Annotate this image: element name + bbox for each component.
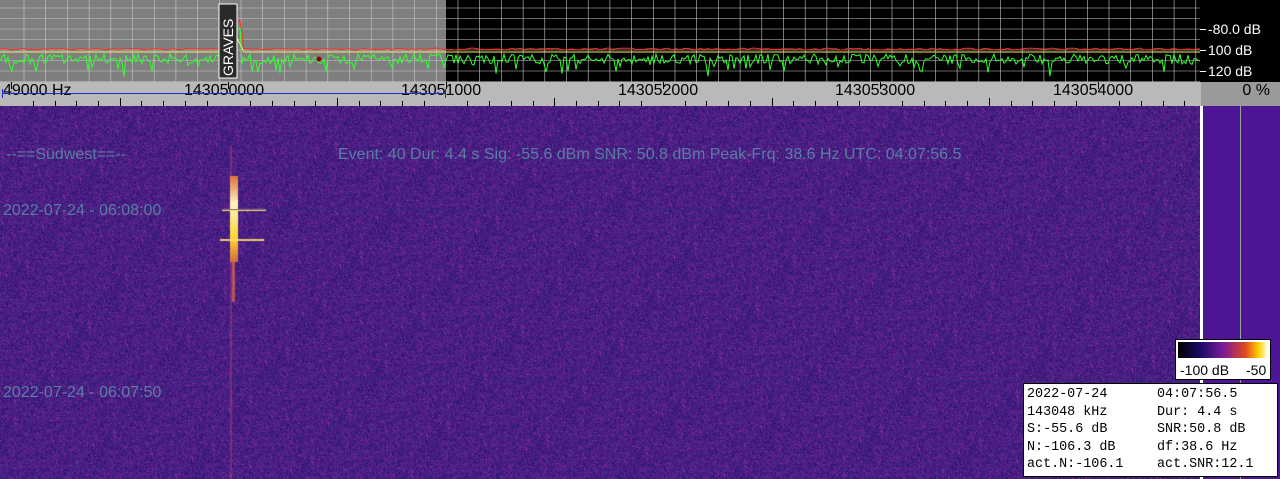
percent-value: 0 % — [1242, 82, 1270, 99]
time-label-0608: 2022-07-24 - 06:08:00 — [3, 202, 162, 219]
info-noise: N:-106.3 dB — [1027, 439, 1116, 455]
info-frequency: 143048 kHz — [1027, 404, 1108, 420]
db-tick — [1200, 50, 1206, 51]
info-df: df:38.6 Hz — [1157, 439, 1238, 455]
spectrum-display[interactable]: GRAVES — [0, 0, 1200, 82]
db-tick — [1200, 29, 1206, 30]
legend-high: -50 — [1246, 362, 1267, 378]
ruler-minor-tick — [771, 98, 773, 106]
color-gradient — [1178, 342, 1268, 358]
ruler-minor-tick — [119, 98, 121, 106]
spectrum-trace — [0, 24, 1200, 77]
percent-display: 0 % — [1201, 82, 1280, 106]
info-snr: SNR:50.8 dB — [1157, 422, 1246, 438]
ruler-minor-tick — [988, 98, 990, 106]
freq-label: 143050000 — [184, 82, 265, 99]
freq-label: 143053000 — [835, 82, 916, 99]
ruler-major-tick — [228, 82, 230, 89]
db-tick — [1200, 71, 1206, 72]
db-label-100: 100 dB — [1208, 42, 1253, 58]
freq-label: 143054000 — [1053, 82, 1134, 99]
info-signal: S:-55.6 dB — [1027, 422, 1108, 438]
event-summary: Event: 40 Dur: 4.4 s Sig: -55.6 dBm SNR:… — [338, 146, 962, 163]
info-date: 2022-07-24 — [1027, 387, 1108, 402]
freq-label: 143051000 — [401, 82, 482, 99]
ruler-major-tick — [445, 82, 447, 89]
time-gridline — [0, 380, 1200, 381]
waterfall-display[interactable]: --==Südwest==-- Event: 40 Dur: 4.4 s Sig… — [0, 106, 1200, 479]
freq-label: 49000 Hz — [3, 82, 72, 99]
peak-dot — [316, 56, 322, 62]
info-row: S:-55.6 dB SNR:50.8 dB — [1027, 421, 1277, 439]
ruler-minor-tick — [337, 98, 338, 106]
info-row: 143048 kHz Dur: 4.4 s — [1027, 404, 1277, 422]
info-duration: Dur: 4.4 s — [1157, 404, 1238, 420]
legend-low: -100 dB — [1180, 362, 1230, 378]
db-label-120: 120 dB — [1208, 63, 1253, 79]
event-info-box: 2022-07-24 04:07:56.5 143048 kHz Dur: 4.4 … — [1023, 383, 1278, 477]
info-time: 04:07:56.5 — [1157, 387, 1238, 402]
info-act-snr: act.SNR:12.1 — [1157, 457, 1254, 473]
frequency-ruler[interactable]: 49000 Hz 143050000 143051000 143052000 1… — [0, 82, 1201, 106]
bandwidth-marker-right[interactable] — [445, 89, 446, 98]
ruler-major-tick — [1097, 82, 1099, 89]
ruler-major-tick — [880, 82, 882, 89]
color-scale-legend: -100 dB -50 — [1175, 339, 1271, 380]
info-row: act.N:-106.1 act.SNR:12.1 — [1027, 456, 1277, 474]
freq-label: 143052000 — [618, 82, 699, 99]
bandwidth-marker[interactable] — [2, 93, 446, 94]
ruler-minor-tick — [554, 98, 556, 106]
graves-marker-label: GRAVES — [220, 19, 236, 76]
info-row: N:-106.3 dB df:38.6 Hz — [1027, 439, 1277, 457]
ruler-major-tick — [662, 82, 664, 89]
db-label-80: -80.0 dB — [1208, 21, 1261, 37]
info-act-noise: act.N:-106.1 — [1027, 457, 1124, 473]
spectrum-plot: GRAVES — [0, 0, 1200, 82]
time-label-0607: 2022-07-24 - 06:07:50 — [3, 384, 162, 401]
average-trace — [0, 18, 1200, 51]
peak-trace — [0, 27, 1200, 53]
info-row: 2022-07-24 04:07:56.5 — [1027, 386, 1277, 404]
ruler-major-tick — [11, 82, 12, 89]
station-label: --==Südwest==-- — [6, 146, 127, 163]
time-gridline — [0, 209, 1200, 210]
bandwidth-marker-left[interactable] — [2, 89, 3, 98]
